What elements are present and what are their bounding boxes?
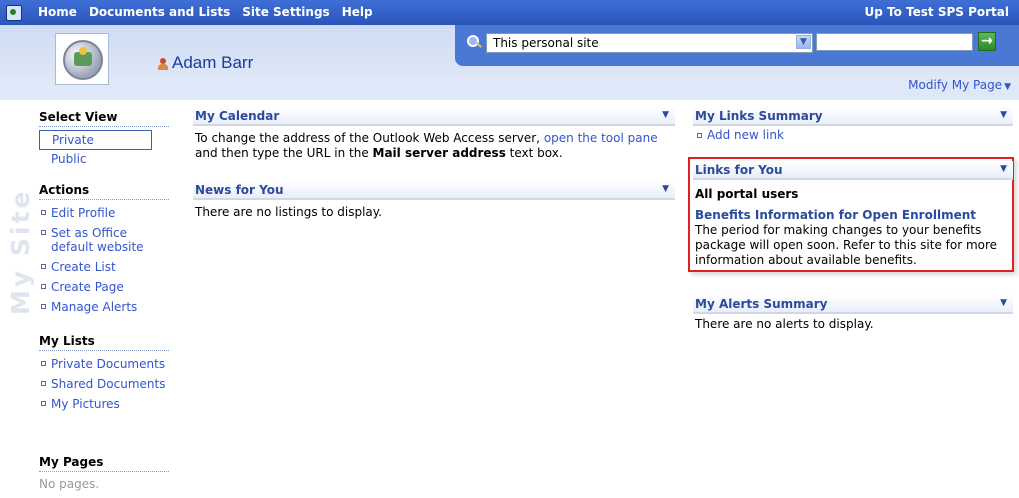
webpart-menu-icon[interactable]: ▼ <box>662 110 669 120</box>
webpart-menu-icon[interactable]: ▼ <box>662 184 669 194</box>
nav-home[interactable]: Home <box>38 5 77 19</box>
calendar-text-before: To change the address of the Outlook Web… <box>195 131 544 145</box>
calendar-bold-text: Mail server address <box>372 146 506 160</box>
chevron-down-icon: ▼ <box>1004 82 1011 92</box>
site-header: Adam Barr This personal site ▼ → Modify … <box>0 25 1019 100</box>
links-for-you-webpart: Links for You ▼ All portal users Benefit… <box>693 161 1013 273</box>
my-links-summary-webpart: My Links Summary ▼ Add new link <box>693 107 1013 148</box>
top-nav: Home Documents and Lists Site Settings H… <box>38 5 373 19</box>
chevron-down-icon[interactable]: ▼ <box>796 35 811 49</box>
action-edit-profile[interactable]: Edit Profile <box>39 203 169 223</box>
news-title-bar: News for You ▼ <box>193 181 675 200</box>
alerts-body: There are no alerts to display. <box>695 317 874 331</box>
view-option-public[interactable]: Public <box>39 150 169 168</box>
list-shared-documents[interactable]: Shared Documents <box>39 374 169 394</box>
search-input[interactable] <box>816 33 973 51</box>
user-icon <box>158 58 168 70</box>
nav-documents-and-lists[interactable]: Documents and Lists <box>89 5 230 19</box>
modify-my-page-label: Modify My Page <box>908 78 1003 92</box>
modify-my-page-menu[interactable]: Modify My Page ▼ <box>908 78 1011 92</box>
action-create-list[interactable]: Create List <box>39 257 169 277</box>
news-title[interactable]: News for You <box>195 183 284 197</box>
view-option-private[interactable]: Private <box>39 130 152 150</box>
my-pages-heading: My Pages <box>39 455 169 472</box>
sharepoint-icon <box>6 5 22 21</box>
links-group-heading: All portal users <box>695 187 799 201</box>
site-logo <box>55 33 109 85</box>
my-calendar-body: To change the address of the Outlook Web… <box>193 126 675 166</box>
open-tool-pane-link[interactable]: open the tool pane <box>544 131 658 145</box>
my-site-logo-icon <box>63 40 103 80</box>
my-calendar-title-bar: My Calendar ▼ <box>193 107 675 126</box>
my-pages-section: My Pages No pages. <box>39 455 169 493</box>
my-site-watermark: My Site <box>6 188 35 315</box>
select-view-heading: Select View <box>39 110 169 127</box>
links-summary-title[interactable]: My Links Summary <box>695 109 823 123</box>
list-my-pictures[interactable]: My Pictures <box>39 394 169 414</box>
my-lists-section: My Lists Private Documents Shared Docume… <box>39 334 169 414</box>
calendar-text-after: text box. <box>505 146 563 160</box>
search-go-button[interactable]: → <box>978 32 996 51</box>
search-scope-value: This personal site <box>493 36 599 50</box>
my-calendar-webpart: My Calendar ▼ To change the address of t… <box>193 107 675 166</box>
actions-heading: Actions <box>39 183 169 200</box>
news-webpart: News for You ▼ There are no listings to … <box>193 181 675 225</box>
action-create-page[interactable]: Create Page <box>39 277 169 297</box>
links-for-you-body: All portal users Benefits Information fo… <box>693 180 1013 273</box>
alerts-title-bar: My Alerts Summary ▼ <box>693 295 1013 314</box>
my-alerts-summary-webpart: My Alerts Summary ▼ There are no alerts … <box>693 295 1013 337</box>
action-manage-alerts[interactable]: Manage Alerts <box>39 297 169 317</box>
select-view-section: Select View Private Public <box>39 110 169 168</box>
top-nav-bar: Home Documents and Lists Site Settings H… <box>0 0 1019 25</box>
list-private-documents[interactable]: Private Documents <box>39 354 169 374</box>
actions-section: Actions Edit Profile Set as Office defau… <box>39 183 169 317</box>
no-pages-text: No pages. <box>39 477 100 491</box>
benefits-description: The period for making changes to your be… <box>695 223 998 267</box>
news-body: There are no listings to display. <box>195 205 382 219</box>
search-area: This personal site ▼ → <box>455 25 1019 66</box>
links-for-you-title-bar: Links for You ▼ <box>693 161 1013 180</box>
calendar-text-mid: and then type the URL in the <box>195 146 373 160</box>
alerts-title[interactable]: My Alerts Summary <box>695 297 828 311</box>
add-new-link[interactable]: Add new link <box>695 128 1011 143</box>
nav-help[interactable]: Help <box>342 5 373 19</box>
up-to-portal-link[interactable]: Up To Test SPS Portal <box>865 5 1009 19</box>
user-name: Adam Barr <box>172 53 254 72</box>
my-lists-heading: My Lists <box>39 334 169 351</box>
nav-site-settings[interactable]: Site Settings <box>242 5 329 19</box>
links-summary-title-bar: My Links Summary ▼ <box>693 107 1013 126</box>
search-scope-select[interactable]: This personal site ▼ <box>486 33 813 53</box>
webpart-menu-icon[interactable]: ▼ <box>1000 298 1007 308</box>
webpart-menu-icon[interactable]: ▼ <box>1000 164 1007 174</box>
benefits-link[interactable]: Benefits Information for Open Enrollment <box>695 208 1011 223</box>
search-icon <box>467 35 481 49</box>
webpart-menu-icon[interactable]: ▼ <box>1000 110 1007 120</box>
links-for-you-title[interactable]: Links for You <box>695 163 783 177</box>
action-set-default-website[interactable]: Set as Office default website <box>39 223 169 257</box>
my-calendar-title[interactable]: My Calendar <box>195 109 279 123</box>
links-summary-body: Add new link <box>693 126 1013 148</box>
